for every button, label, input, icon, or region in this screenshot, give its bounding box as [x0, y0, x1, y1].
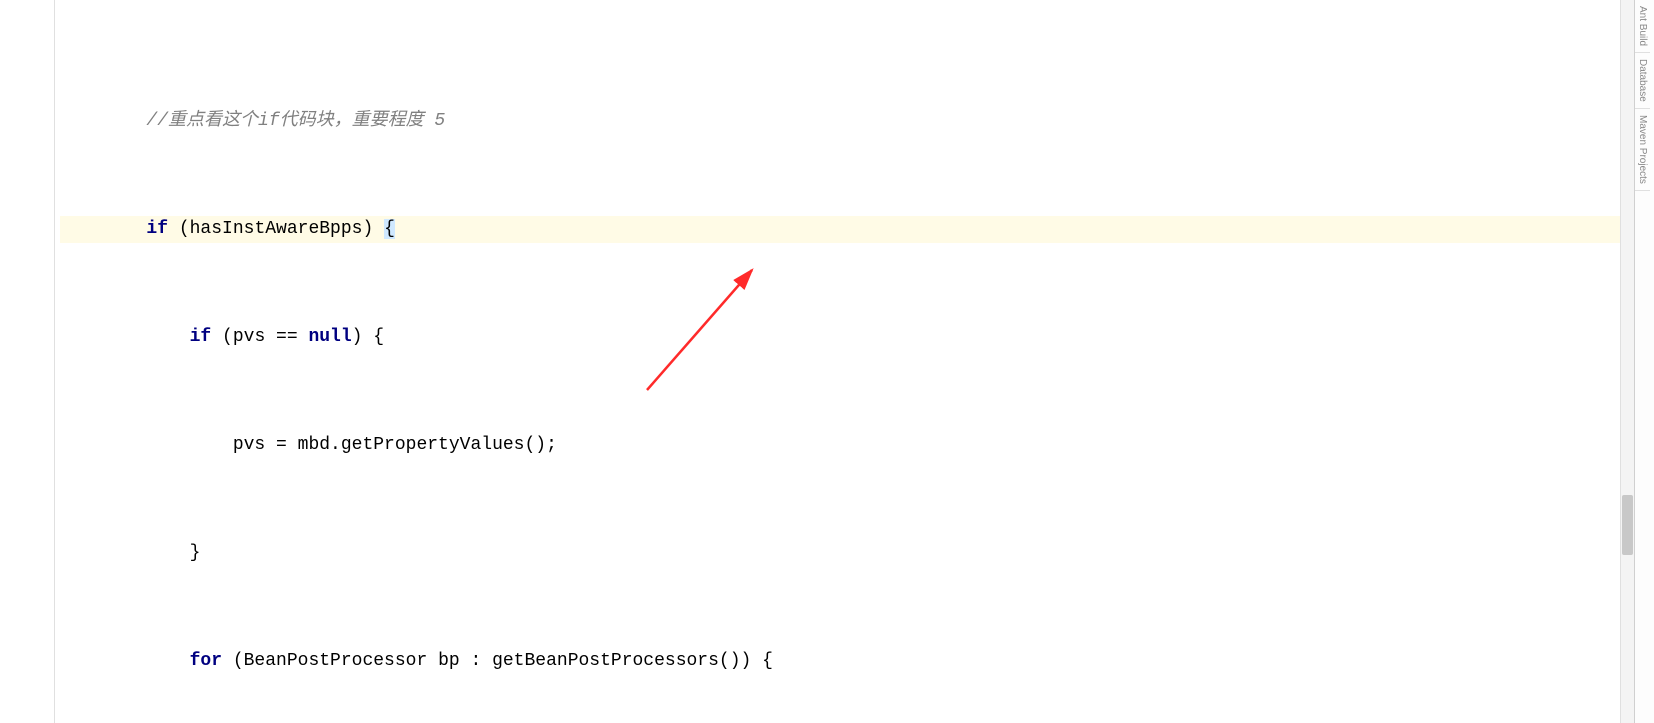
- code-editor[interactable]: //重点看这个if代码块，重要程度 5 if (hasInstAwareBpps…: [0, 0, 1654, 723]
- code-line-highlight: if (hasInstAwareBpps) {: [60, 216, 1654, 243]
- code-text: ) {: [352, 327, 384, 347]
- code-line: //重点看这个if代码块，重要程度 5: [60, 108, 1654, 135]
- keyword-if: if: [146, 219, 168, 239]
- comment-text: //重点看这个if代码块，重要程度 5: [146, 111, 445, 131]
- scrollbar-track[interactable]: [1620, 0, 1634, 723]
- keyword-null: null: [308, 327, 351, 347]
- indent: [60, 219, 146, 239]
- brace-selected: {: [384, 219, 395, 239]
- tool-tab-ant[interactable]: Ant Build: [1635, 0, 1650, 53]
- code-line: if (pvs == null) {: [60, 324, 1654, 351]
- tool-tab-database[interactable]: Database: [1635, 53, 1650, 109]
- keyword-for: for: [190, 651, 222, 671]
- indent: [60, 651, 190, 671]
- tool-tab-maven[interactable]: Maven Projects: [1635, 109, 1650, 191]
- code-line: pvs = mbd.getPropertyValues();: [60, 432, 1654, 459]
- indent: [60, 327, 190, 347]
- code-line: for (BeanPostProcessor bp : getBeanPostP…: [60, 648, 1654, 675]
- indent: [60, 111, 146, 131]
- brace: }: [190, 543, 201, 563]
- keyword-if: if: [190, 327, 212, 347]
- scrollbar-thumb[interactable]: [1622, 495, 1633, 555]
- gutter: [0, 0, 55, 723]
- code-text: (pvs ==: [211, 327, 308, 347]
- code-text: (hasInstAwareBpps): [168, 219, 384, 239]
- code-text: pvs = mbd.getPropertyValues();: [233, 435, 557, 455]
- indent: [60, 435, 233, 455]
- code-text: (BeanPostProcessor bp : getBeanPostProce…: [222, 651, 773, 671]
- code-line: }: [60, 540, 1654, 567]
- indent: [60, 543, 190, 563]
- right-tool-panel: Ant Build Database Maven Projects: [1634, 0, 1654, 723]
